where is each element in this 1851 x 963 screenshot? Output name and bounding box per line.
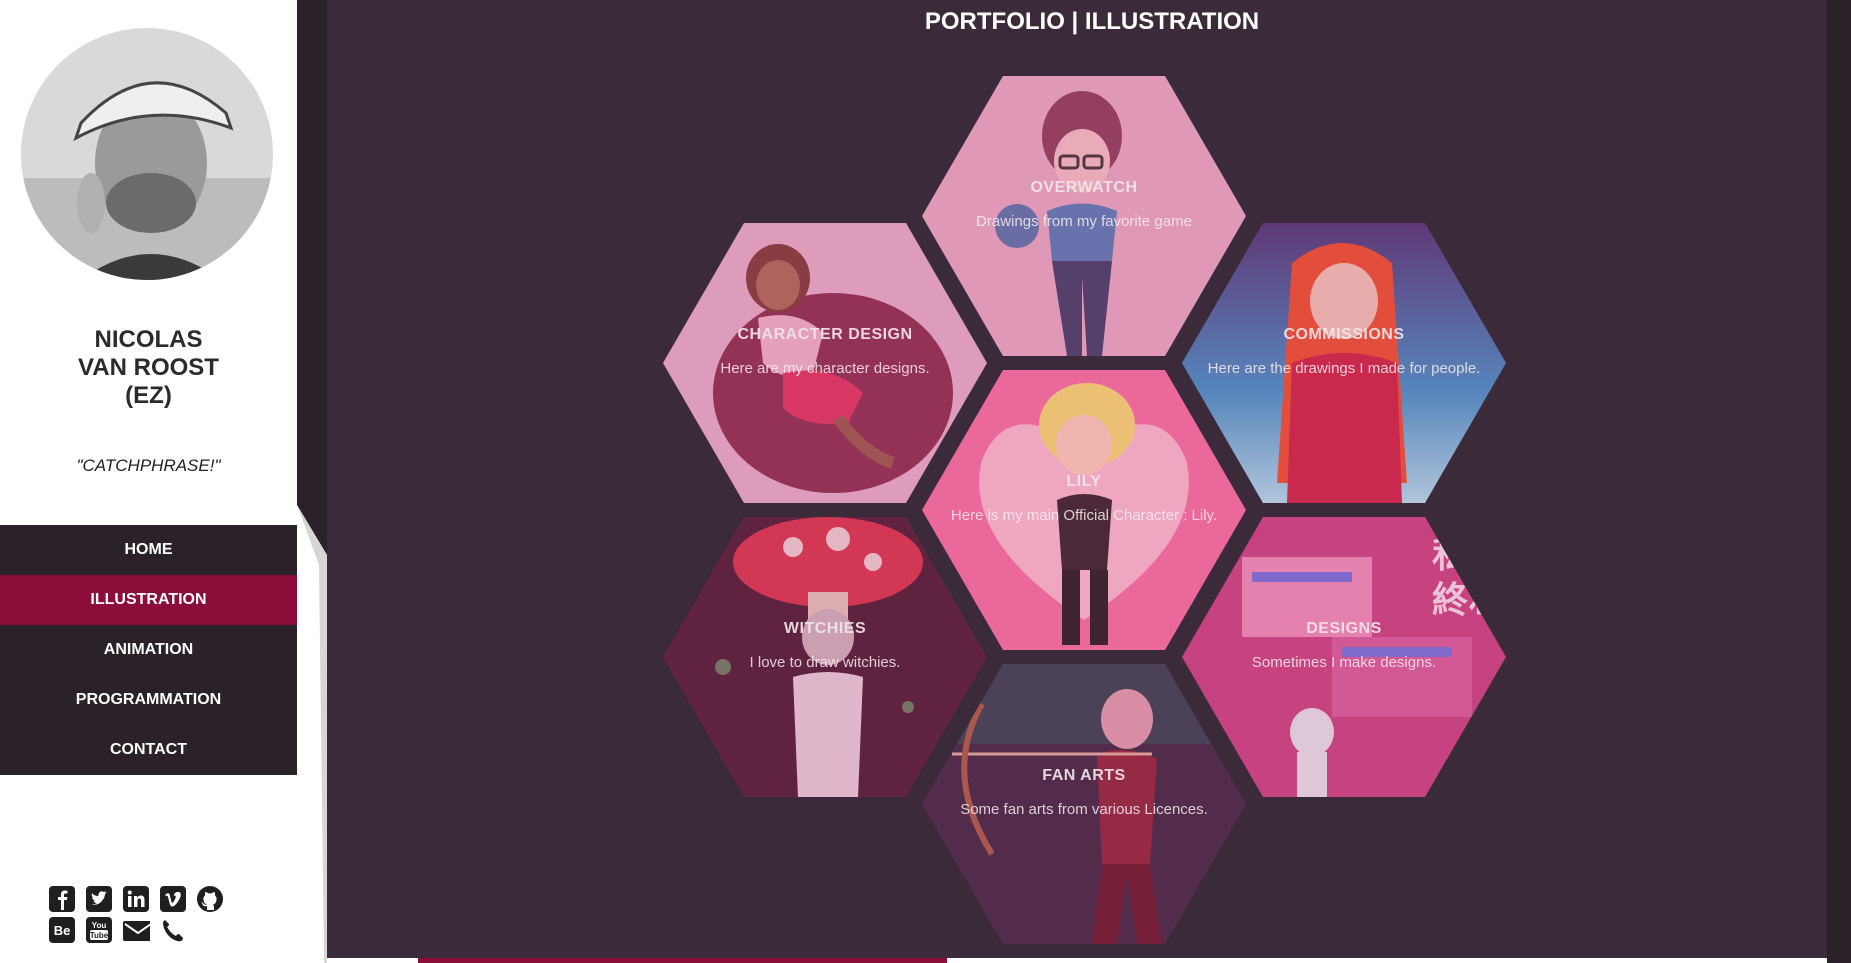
svg-text:Tube: Tube (90, 931, 109, 940)
hex-desc-overwatch: Drawings from my favorite game (976, 213, 1192, 230)
facebook-icon[interactable] (48, 885, 76, 913)
hex-tile-commissions[interactable]: COMMISSIONS Here are the drawings I made… (1182, 223, 1506, 503)
hex-desc-commissions: Here are the drawings I made for people. (1207, 360, 1481, 377)
sidebar-divider-notch (297, 505, 327, 963)
twitter-icon[interactable] (85, 885, 113, 913)
hex-title-designs: DESIGNS (1306, 620, 1382, 637)
youtube-icon[interactable]: You Tube (85, 916, 113, 944)
svg-text:Be: Be (54, 923, 71, 938)
vimeo-icon[interactable] (159, 885, 187, 913)
hex-tile-fan-arts[interactable]: FAN ARTS Some fan arts from various Lice… (922, 664, 1246, 944)
nav-item-home[interactable]: HOME (0, 525, 297, 575)
linkedin-icon[interactable] (122, 885, 150, 913)
hex-tile-character-design[interactable]: CHARACTER DESIGN Here are my character d… (663, 223, 987, 503)
nav-item-illustration[interactable]: ILLUSTRATION (0, 575, 297, 625)
main-nav: HOME ILLUSTRATION ANIMATION PROGRAMMATIO… (0, 525, 297, 775)
github-icon[interactable] (196, 885, 224, 913)
profile-name: NICOLAS VAN ROOST (EZ) (78, 326, 219, 409)
phone-icon[interactable] (159, 916, 187, 944)
behance-icon[interactable]: Be (48, 916, 76, 944)
nav-item-animation[interactable]: ANIMATION (0, 625, 297, 675)
hex-desc-fan-arts: Some fan arts from various Licences. (960, 801, 1208, 818)
hex-desc-witchies: I love to draw witchies. (749, 654, 901, 671)
hex-desc-character-design: Here are my character designs. (720, 360, 930, 377)
hex-tile-witchies[interactable]: WITCHIES I love to draw witchies. (663, 517, 987, 797)
right-edge-bar (1827, 0, 1851, 963)
svg-text:You: You (92, 921, 107, 930)
nav-item-contact[interactable]: CONTACT (0, 725, 297, 775)
hex-desc-lily: Here is my main Official Character : Lil… (950, 507, 1218, 524)
sidebar: NICOLAS VAN ROOST (EZ) "CATCHPHRASE!" HO… (0, 0, 297, 963)
nav-item-programmation[interactable]: PROGRAMMATION (0, 675, 297, 725)
avatar (21, 28, 273, 280)
main-content: PORTFOLIO | ILLUSTRATION OVERWATCH Drawi… (327, 0, 1827, 958)
hex-title-character-design: CHARACTER DESIGN (737, 326, 913, 343)
email-icon[interactable] (122, 916, 150, 944)
page-title: PORTFOLIO | ILLUSTRATION (924, 8, 1260, 35)
scroll-indicator (418, 958, 947, 963)
hex-title-lily: LILY (1066, 473, 1102, 490)
social-links: Be You Tube (48, 885, 248, 947)
hex-title-commissions: COMMISSIONS (1283, 326, 1405, 343)
profile-catchphrase: "CATCHPHRASE!" (76, 456, 221, 475)
hex-title-witchies: WITCHIES (783, 620, 867, 637)
hex-title-fan-arts: FAN ARTS (1042, 767, 1126, 784)
hex-tile-lily[interactable]: LILY Here is my main Official Character … (922, 370, 1246, 650)
hex-title-overwatch: OVERWATCH (1030, 179, 1138, 196)
hex-tile-overwatch[interactable]: OVERWATCH Drawings from my favorite game (922, 76, 1246, 356)
hex-tile-designs[interactable]: 私の 終わ DESIGNS Sometimes I make designs. (1182, 517, 1506, 797)
hex-desc-designs: Sometimes I make designs. (1251, 654, 1437, 671)
